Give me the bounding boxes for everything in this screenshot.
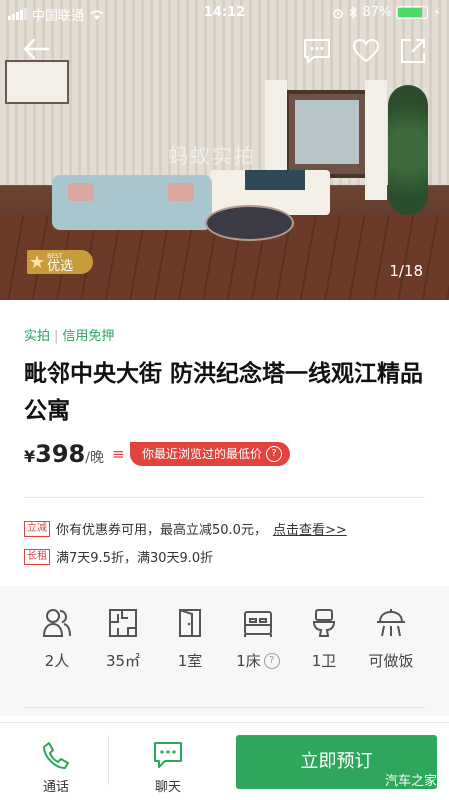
facility-label: 1室 bbox=[177, 652, 203, 670]
chat-label: 聊天 bbox=[154, 780, 181, 795]
facility-label: 2人 bbox=[44, 652, 70, 670]
listing-photo[interactable]: 蚂蚁实拍 ★ BEST 优选 1/18 bbox=[0, 0, 449, 300]
favorite-heart-icon[interactable] bbox=[352, 38, 380, 64]
speed-lines-icon: ≡ bbox=[112, 445, 125, 463]
tag-separator: | bbox=[54, 329, 59, 344]
cooking-icon bbox=[377, 609, 405, 637]
price: ¥ 398 /晚 bbox=[24, 440, 104, 468]
star-icon: ★ bbox=[29, 251, 46, 273]
charging-icon: ⚡ bbox=[433, 6, 441, 19]
listing-tags: 实拍 | 信用免押 bbox=[24, 325, 114, 344]
facility-beds[interactable]: 1床? bbox=[228, 608, 288, 671]
best-badge: ★ BEST 优选 bbox=[27, 250, 93, 274]
facility-label: 可做饭 bbox=[368, 652, 414, 670]
promo-tag: 立减 bbox=[24, 520, 50, 537]
bed-info-icon[interactable]: ? bbox=[263, 652, 280, 669]
facility-cooking: 可做饭 bbox=[361, 608, 421, 671]
chat-button[interactable]: 聊天 bbox=[138, 740, 198, 795]
battery-percent: 87% bbox=[362, 5, 392, 20]
call-button[interactable]: 通话 bbox=[26, 740, 86, 795]
promo-text: 满7天9.5折，满30天9.0折 bbox=[56, 551, 214, 566]
facility-guests: 2人 bbox=[27, 608, 87, 671]
divider bbox=[24, 497, 425, 498]
price-amount: 398 bbox=[35, 440, 86, 468]
photo-bed-blanket bbox=[245, 170, 305, 190]
battery-icon bbox=[396, 6, 429, 19]
help-icon[interactable]: ? bbox=[266, 446, 283, 462]
photo-rug bbox=[205, 205, 294, 241]
photo-curtain-right bbox=[365, 80, 387, 200]
alarm-icon bbox=[333, 8, 344, 19]
photo-wall-frames bbox=[5, 60, 69, 104]
phone-icon bbox=[43, 742, 69, 769]
chat-icon bbox=[154, 742, 182, 768]
listing-title: 毗邻中央大街 防洪纪念塔一线观江精品公寓 bbox=[24, 361, 424, 424]
share-icon[interactable] bbox=[400, 38, 426, 64]
tag-photo-verified: 实拍 bbox=[24, 329, 51, 344]
tag-no-deposit: 信用免押 bbox=[62, 329, 115, 344]
bed-icon bbox=[244, 611, 272, 637]
photo-window bbox=[285, 90, 373, 178]
photo-pillow bbox=[68, 183, 94, 201]
source-watermark: 汽车之家 bbox=[384, 774, 437, 789]
view-coupon-link[interactable]: 点击查看>> bbox=[273, 519, 347, 538]
facility-rooms: 1室 bbox=[160, 608, 220, 671]
divider bbox=[24, 707, 425, 708]
lowest-price-badge[interactable]: ≡ 你最近浏览过的最低价 ? bbox=[112, 442, 291, 466]
area-icon bbox=[109, 609, 137, 637]
price-currency: ¥ bbox=[24, 447, 36, 466]
promo-coupon: 立减 你有优惠券可用，最高立减50.0元， 点击查看>> bbox=[24, 519, 347, 538]
photo-pillow bbox=[168, 183, 194, 201]
promo-text: 你有优惠券可用，最高立减50.0元， bbox=[56, 523, 267, 538]
divider bbox=[108, 735, 109, 785]
promo-tag: 长租 bbox=[24, 548, 50, 565]
facility-label: 1床 bbox=[236, 652, 261, 670]
guests-icon bbox=[43, 609, 71, 637]
promo-long-stay: 长租 满7天9.5折，满30天9.0折 bbox=[24, 547, 213, 566]
toilet-icon bbox=[312, 609, 336, 637]
back-arrow-icon[interactable] bbox=[22, 38, 50, 60]
facility-label: 35㎡ bbox=[105, 652, 141, 670]
room-door-icon bbox=[179, 609, 201, 637]
best-badge-label: 优选 bbox=[47, 259, 74, 274]
lowest-price-label: 你最近浏览过的最低价 bbox=[142, 447, 263, 461]
photo-counter: 1/18 bbox=[389, 262, 423, 280]
facility-bathroom: 1卫 bbox=[294, 608, 354, 671]
photo-plant bbox=[388, 85, 428, 215]
status-bar: 中国联通 14:12 87% ⚡ bbox=[0, 0, 449, 26]
facility-label: 1卫 bbox=[311, 652, 337, 670]
facility-area: 35㎡ bbox=[93, 608, 153, 671]
message-icon[interactable] bbox=[303, 38, 331, 64]
photo-watermark: 蚂蚁实拍 bbox=[168, 144, 256, 168]
price-unit: /晚 bbox=[85, 450, 104, 466]
call-label: 通话 bbox=[42, 780, 69, 795]
bluetooth-icon bbox=[349, 6, 358, 19]
